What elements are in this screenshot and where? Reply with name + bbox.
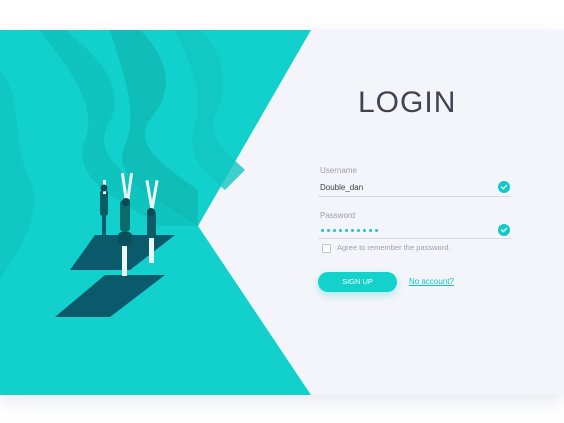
password-mask-dot	[345, 229, 348, 232]
yoga-illustration	[0, 30, 311, 395]
check-icon	[498, 181, 510, 193]
password-underline	[318, 238, 511, 239]
password-mask-dot	[375, 229, 378, 232]
password-mask-dot	[363, 229, 366, 232]
remember-checkbox[interactable]	[322, 244, 331, 253]
no-account-link[interactable]: No account?	[409, 277, 454, 286]
hero-illustration-panel	[0, 30, 564, 395]
password-mask-dot	[357, 229, 360, 232]
password-mask-dot	[327, 229, 330, 232]
password-mask-dot	[333, 229, 336, 232]
remember-label: Agree to remember the password.	[337, 243, 451, 252]
username-label: Username	[320, 166, 357, 175]
check-icon	[498, 224, 510, 236]
username-underline	[318, 196, 511, 197]
page-title: LOGIN	[358, 86, 457, 119]
username-field[interactable]: Double_dan	[320, 183, 363, 192]
password-mask-dot	[339, 229, 342, 232]
password-field[interactable]	[321, 229, 378, 232]
password-label: Password	[320, 211, 356, 220]
login-card: LOGIN Username Double_dan Password Agree…	[0, 30, 564, 395]
sign-up-button[interactable]: SIGN UP	[318, 272, 397, 292]
password-mask-dot	[351, 229, 354, 232]
password-mask-dot	[321, 229, 324, 232]
password-mask-dot	[369, 229, 372, 232]
